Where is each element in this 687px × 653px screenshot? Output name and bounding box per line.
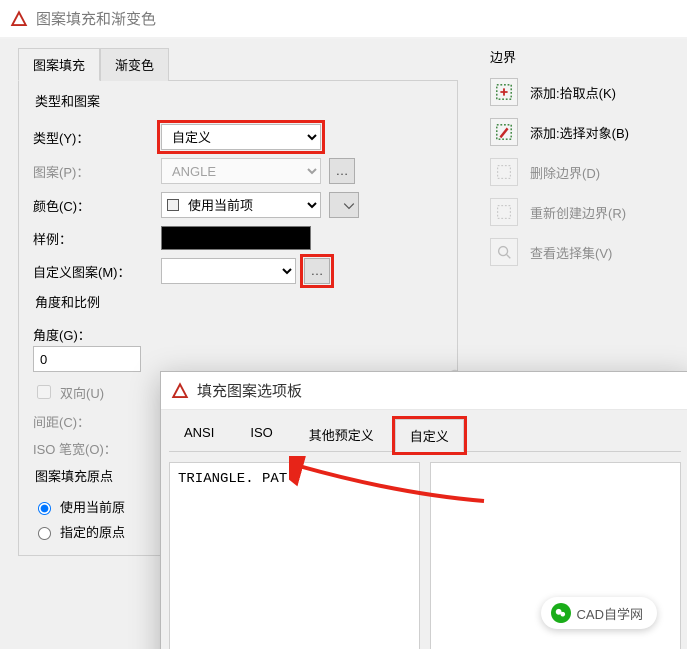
sample-swatch[interactable]: [161, 226, 311, 250]
angle-group-legend: 角度和比例: [33, 292, 102, 311]
window-titlebar: 图案填充和渐变色: [0, 0, 687, 39]
custom-pattern-row: 自定义图案(M)：: [33, 258, 443, 284]
isopen-label: ISO 笔宽(O)：: [33, 439, 153, 458]
select-objects-icon[interactable]: [490, 118, 518, 146]
pattern-select: ANGLE: [161, 158, 321, 184]
view-selection-label: 查看选择集(V): [530, 243, 612, 262]
popup-title: 填充图案选项板: [197, 380, 302, 401]
popup-tab-iso[interactable]: ISO: [235, 418, 287, 451]
specified-origin-label: 指定的原点: [60, 522, 125, 541]
bidir-label: 双向(U): [60, 383, 104, 402]
type-label: 类型(Y)：: [33, 128, 153, 147]
specified-origin-radio[interactable]: [38, 527, 51, 540]
custom-pattern-select[interactable]: [161, 258, 296, 284]
boundary-select-row[interactable]: 添加:选择对象(B): [490, 118, 687, 146]
color-row: 颜色(C)： 使用当前项: [33, 192, 443, 218]
spacing-label: 间距(C)：: [33, 412, 153, 431]
type-group-legend: 类型和图案: [33, 91, 102, 110]
type-group: 类型和图案 类型(Y)： 自定义 图案(P)： ANGLE 颜色(C)： 使用当…: [33, 91, 443, 284]
popup-tabs: ANSI ISO 其他预定义 自定义: [169, 418, 681, 452]
boundary-view-row: 查看选择集(V): [490, 238, 687, 266]
popup-tab-other[interactable]: 其他预定义: [294, 418, 389, 451]
use-current-origin-radio[interactable]: [38, 502, 51, 515]
recreate-boundary-label: 重新创建边界(R): [530, 203, 626, 222]
wechat-icon: [551, 603, 571, 623]
tab-gradient[interactable]: 渐变色: [100, 48, 169, 81]
app-icon: [10, 10, 28, 28]
view-selection-icon: [490, 238, 518, 266]
type-select[interactable]: 自定义: [161, 124, 321, 150]
window-title: 图案填充和渐变色: [36, 8, 156, 29]
use-current-origin-label: 使用当前原: [60, 497, 125, 516]
color-select[interactable]: 使用当前项: [161, 192, 321, 218]
dialog-body: 边界 添加:拾取点(K) 添加:选择对象(B) 删除边界(D) 重新创建边界(R…: [0, 39, 687, 649]
angle-label: 角度(G)：: [33, 325, 153, 344]
color-chip-icon: [167, 199, 179, 211]
bidir-checkbox: [37, 385, 51, 399]
boundary-pick-row[interactable]: 添加:拾取点(K): [490, 78, 687, 106]
popup-tab-custom[interactable]: 自定义: [395, 419, 464, 452]
custom-pattern-label: 自定义图案(M)：: [33, 262, 153, 281]
sample-label: 样例：: [33, 229, 153, 248]
popup-app-icon: [171, 382, 189, 400]
remove-boundary-icon: [490, 158, 518, 186]
pick-point-icon[interactable]: [490, 78, 518, 106]
select-objects-label: 添加:选择对象(B): [530, 123, 629, 142]
pick-point-label: 添加:拾取点(K): [530, 83, 616, 102]
color-label: 颜色(C)：: [33, 196, 153, 215]
popup-titlebar: 填充图案选项板: [161, 372, 687, 410]
remove-boundary-label: 删除边界(D): [530, 163, 600, 182]
pattern-name-list[interactable]: TRIANGLE. PAT: [169, 462, 420, 649]
boundary-remove-row: 删除边界(D): [490, 158, 687, 186]
type-row: 类型(Y)： 自定义: [33, 124, 443, 150]
bg-color-button[interactable]: [329, 192, 359, 218]
pattern-label: 图案(P)：: [33, 162, 153, 181]
origin-group-legend: 图案填充原点: [33, 466, 115, 485]
boundary-panel: 边界 添加:拾取点(K) 添加:选择对象(B) 删除边界(D) 重新创建边界(R…: [490, 47, 687, 278]
wechat-text: CAD自学网: [577, 604, 643, 623]
tab-hatch[interactable]: 图案填充: [18, 48, 100, 81]
pattern-browse-button: [329, 158, 355, 184]
recreate-boundary-icon: [490, 198, 518, 226]
main-tabs: 图案填充 渐变色: [18, 47, 669, 80]
sample-row: 样例：: [33, 226, 443, 250]
popup-tab-ansi[interactable]: ANSI: [169, 418, 229, 451]
custom-pattern-browse-button[interactable]: [304, 258, 330, 284]
wechat-badge: CAD自学网: [541, 597, 657, 629]
boundary-recreate-row: 重新创建边界(R): [490, 198, 687, 226]
list-item[interactable]: TRIANGLE. PAT: [178, 469, 411, 489]
angle-input[interactable]: [33, 346, 141, 372]
pattern-row: 图案(P)： ANGLE: [33, 158, 443, 184]
